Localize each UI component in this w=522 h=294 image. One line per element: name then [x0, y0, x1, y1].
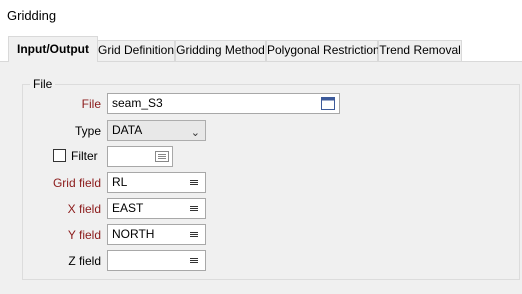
x-field-input[interactable]: EAST [107, 198, 206, 219]
filter-label: Filter [71, 149, 98, 163]
file-browse-icon[interactable] [321, 97, 335, 110]
filter-list-icon[interactable] [155, 150, 169, 163]
x-field-value: EAST [112, 201, 144, 215]
z-field-label: Z field [68, 254, 101, 268]
filter-input[interactable] [107, 146, 173, 167]
tab-polygonal-restriction[interactable]: Polygonal Restriction [266, 40, 380, 61]
y-field-input[interactable]: NORTH [107, 224, 206, 245]
z-field-input[interactable] [107, 250, 206, 271]
tab-grid-definition[interactable]: Grid Definition [97, 40, 175, 61]
grid-field-label: Grid field [52, 176, 101, 190]
tab-input-output[interactable]: Input/Output [8, 36, 98, 62]
y-field-label: Y field [67, 228, 101, 242]
type-select[interactable]: DATA ⌄ [107, 120, 206, 141]
list-icon[interactable] [187, 254, 201, 267]
chevron-down-icon: ⌄ [190, 127, 200, 139]
list-icon[interactable] [187, 228, 201, 241]
window-title: Gridding [7, 8, 57, 23]
y-field-value: NORTH [112, 227, 155, 241]
type-label: Type [74, 124, 101, 138]
grid-field-value: RL [112, 175, 128, 189]
type-select-value: DATA [112, 123, 143, 137]
tab-gridding-method[interactable]: Gridding Method [175, 40, 266, 61]
grid-field-input[interactable]: RL [107, 172, 206, 193]
tab-trend-removal[interactable]: Trend Removal [378, 40, 462, 61]
x-field-label: X field [67, 202, 101, 216]
file-group-legend: File [30, 77, 56, 91]
filter-checkbox[interactable] [53, 149, 66, 162]
file-input[interactable]: seam_S3 [107, 93, 340, 114]
file-input-value: seam_S3 [112, 96, 163, 110]
list-icon[interactable] [187, 176, 201, 189]
list-icon[interactable] [187, 202, 201, 215]
file-label: File [81, 97, 101, 111]
title-bar: Gridding [0, 0, 522, 32]
